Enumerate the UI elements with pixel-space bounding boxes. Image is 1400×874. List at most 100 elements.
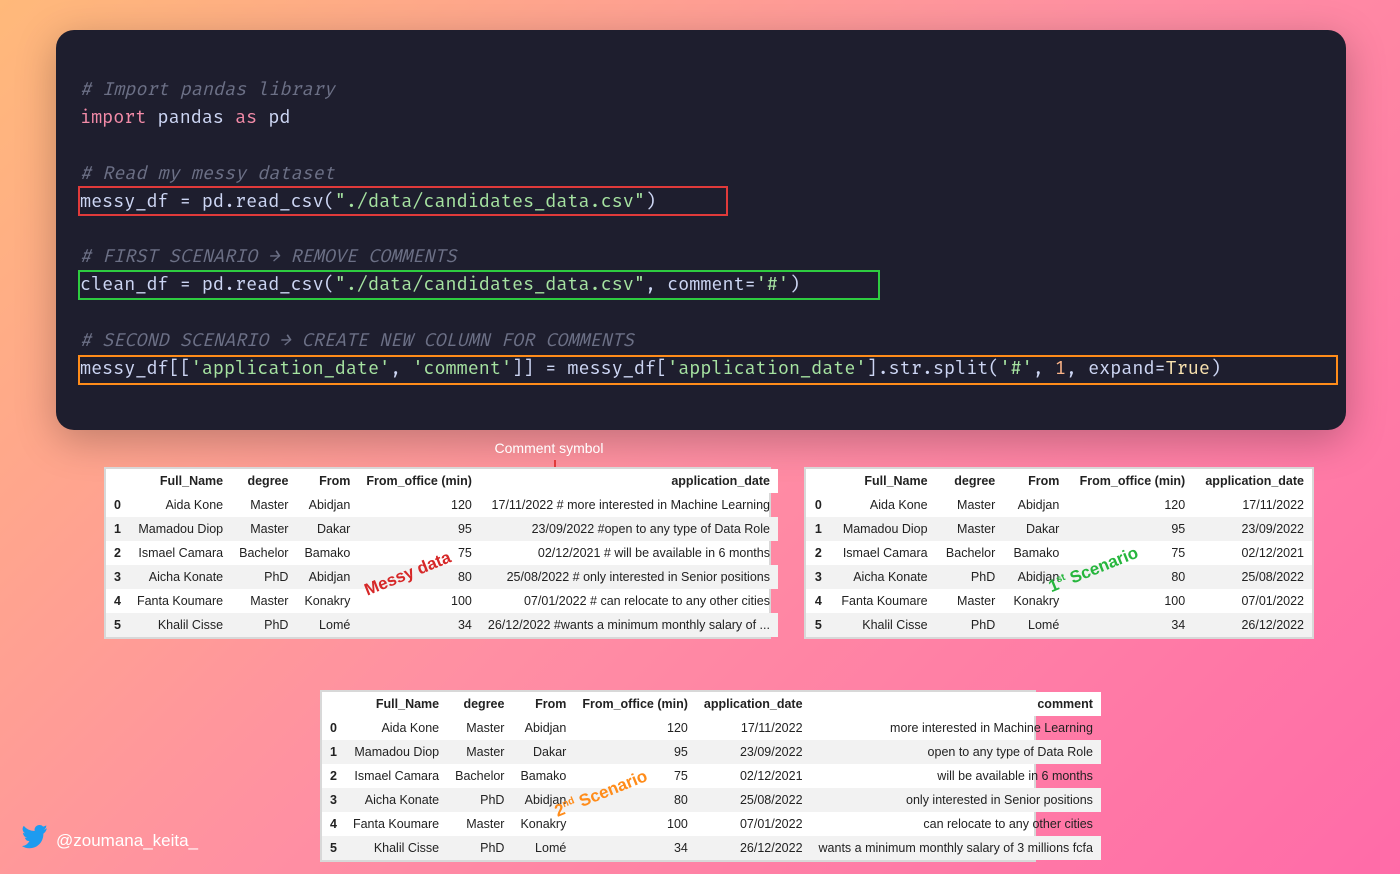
table-cell: 0 <box>106 493 129 517</box>
table-cell: Bamako <box>1003 541 1067 565</box>
code-text: , comment= <box>645 273 756 296</box>
table-row: 5Khalil CissePhDLomé3426/12/2022 #wants … <box>106 613 778 637</box>
string-literal: 'application_date' <box>191 357 390 380</box>
table-cell: 2 <box>322 764 345 788</box>
table-header: From_office (min) <box>574 692 696 716</box>
table-cell: 25/08/2022 <box>1193 565 1312 589</box>
table-cell: Bachelor <box>447 764 512 788</box>
table-cell: can relocate to any other cities <box>811 812 1101 836</box>
table-cell: Abidjan <box>296 493 358 517</box>
code-text: ) <box>645 190 656 213</box>
table-cell: 80 <box>574 788 696 812</box>
table-cell: more interested in Machine Learning <box>811 716 1101 740</box>
table-row: 2Ismael CamaraBachelorBamako7502/12/2021… <box>322 764 1101 788</box>
table-row: 3Aicha KonatePhDAbidjan8025/08/2022only … <box>322 788 1101 812</box>
table-cell: 100 <box>574 812 696 836</box>
table-cell: Master <box>447 716 512 740</box>
table-cell: PhD <box>231 613 296 637</box>
table-cell: 25/08/2022 <box>696 788 811 812</box>
code-text: ) <box>789 273 800 296</box>
table-cell: Master <box>447 812 512 836</box>
table-cell: Bachelor <box>231 541 296 565</box>
table-header: degree <box>447 692 512 716</box>
table-cell: 95 <box>574 740 696 764</box>
table-header: Full_Name <box>830 469 936 493</box>
table-cell: 23/09/2022 #open to any type of Data Rol… <box>480 517 778 541</box>
table-cell: Konakry <box>512 812 574 836</box>
string-literal: 'comment' <box>412 357 512 380</box>
table-cell: 4 <box>806 589 830 613</box>
code-comment: # FIRST SCENARIO → REMOVE COMMENTS <box>80 245 457 268</box>
table-cell: 120 <box>358 493 480 517</box>
table-cell: Abidjan <box>512 788 574 812</box>
table-cell: Bamako <box>512 764 574 788</box>
pandas-ident: pandas <box>158 106 224 129</box>
table-header: From_office (min) <box>358 469 480 493</box>
table-cell: Ismael Camara <box>830 541 936 565</box>
table-cell: 120 <box>1067 493 1193 517</box>
kw-import: import <box>80 106 146 129</box>
table-cell: Lomé <box>296 613 358 637</box>
table-header <box>806 469 830 493</box>
table-header: application_date <box>1193 469 1312 493</box>
table-cell: 75 <box>358 541 480 565</box>
table-cell: 100 <box>1067 589 1193 613</box>
table-cell: 3 <box>322 788 345 812</box>
table-row: 0Aida KoneMasterAbidjan12017/11/2022more… <box>322 716 1101 740</box>
table-cell: 120 <box>574 716 696 740</box>
table-cell: Aicha Konate <box>345 788 447 812</box>
table-cell: Master <box>231 589 296 613</box>
table-cell: 80 <box>1067 565 1193 589</box>
twitter-handle: @zoumana_keita_ <box>22 825 198 856</box>
table-row: 3Aicha KonatePhDAbidjan8025/08/2022 # on… <box>106 565 778 589</box>
table-cell: Konakry <box>296 589 358 613</box>
table-cell: Mamadou Diop <box>830 517 936 541</box>
twitter-icon <box>22 825 48 856</box>
table-cell: Master <box>936 517 1004 541</box>
table-row: 1Mamadou DiopMasterDakar9523/09/2022open… <box>322 740 1101 764</box>
table-header: Full_Name <box>129 469 231 493</box>
table-cell: Master <box>447 740 512 764</box>
table-cell: Bamako <box>296 541 358 565</box>
table-cell: Lomé <box>1003 613 1067 637</box>
first-scenario-table: Full_NamedegreeFromFrom_office (min)appl… <box>804 467 1314 639</box>
table-cell: Fanta Koumare <box>345 812 447 836</box>
table-cell: 3 <box>806 565 830 589</box>
table-cell: 5 <box>322 836 345 860</box>
table-cell: 3 <box>106 565 129 589</box>
table-header: application_date <box>696 692 811 716</box>
pd-ident: pd <box>268 106 290 129</box>
table-cell: Dakar <box>1003 517 1067 541</box>
table-cell: 0 <box>322 716 345 740</box>
table-cell: 02/12/2021 <box>696 764 811 788</box>
string-literal: "./data/candidates_data.csv" <box>335 273 645 296</box>
bool-literal: True <box>1166 357 1210 380</box>
table-cell: Konakry <box>1003 589 1067 613</box>
table-cell: Mamadou Diop <box>345 740 447 764</box>
table-cell: Abidjan <box>512 716 574 740</box>
table-row: 4Fanta KoumareMasterKonakry10007/01/2022 <box>806 589 1312 613</box>
table-cell: 1 <box>106 517 129 541</box>
table-cell: 26/12/2022 #wants a minimum monthly sala… <box>480 613 778 637</box>
table-cell: Aicha Konate <box>830 565 936 589</box>
table-cell: 02/12/2021 <box>1193 541 1312 565</box>
table-cell: 1 <box>322 740 345 764</box>
table-cell: Abidjan <box>1003 565 1067 589</box>
table-cell: Master <box>936 589 1004 613</box>
table-cell: Ismael Camara <box>345 764 447 788</box>
table-cell: 26/12/2022 <box>696 836 811 860</box>
table-cell: 95 <box>1067 517 1193 541</box>
code-comment: # Import pandas library <box>80 78 335 101</box>
table-cell: only interested in Senior positions <box>811 788 1101 812</box>
table-header: application_date <box>480 469 778 493</box>
table-cell: 17/11/2022 <box>1193 493 1312 517</box>
table-cell: 07/01/2022 <box>1193 589 1312 613</box>
table-cell: 1 <box>806 517 830 541</box>
table-cell: wants a minimum monthly salary of 3 mill… <box>811 836 1101 860</box>
table-cell: Master <box>936 493 1004 517</box>
table-cell: 34 <box>574 836 696 860</box>
table-cell: 0 <box>806 493 830 517</box>
table-cell: will be available in 6 months <box>811 764 1101 788</box>
table-cell: Khalil Cisse <box>345 836 447 860</box>
table-cell: PhD <box>447 836 512 860</box>
